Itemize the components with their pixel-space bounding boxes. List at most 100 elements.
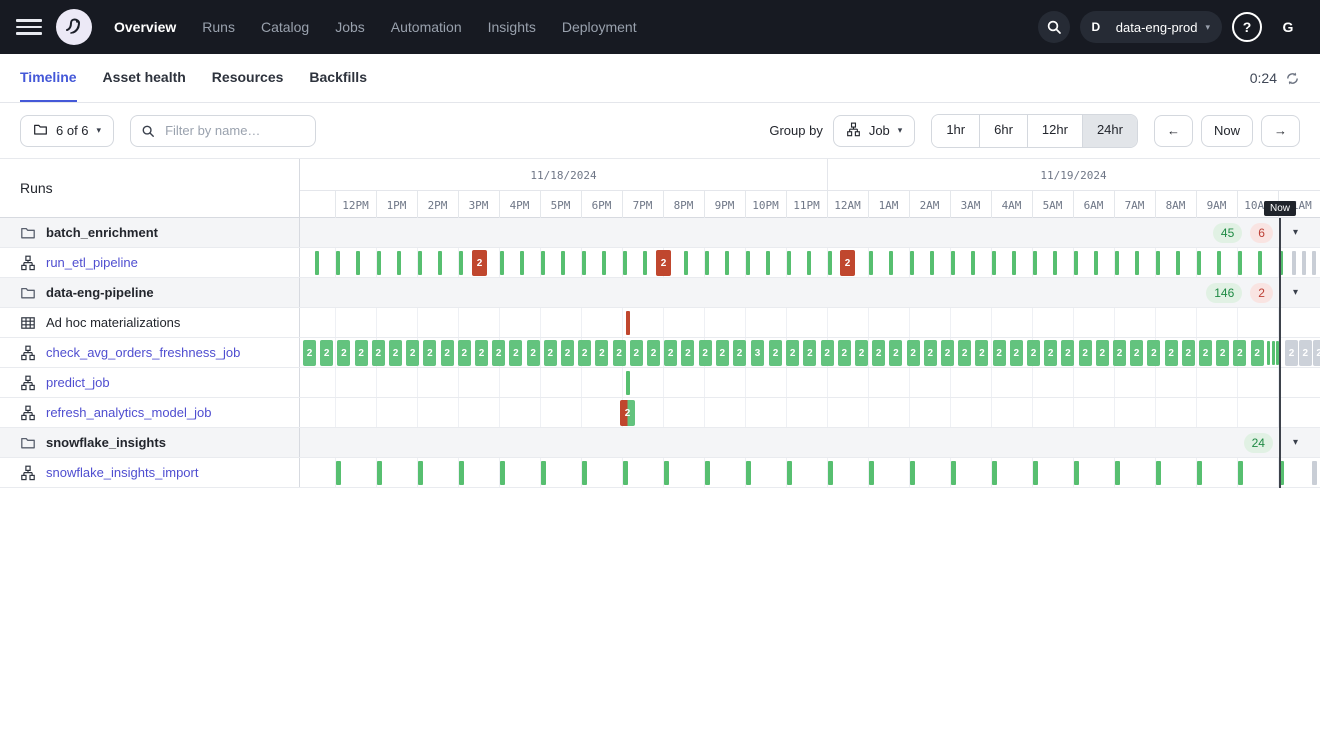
run-batch-green[interactable]: 2: [630, 340, 643, 366]
nav-item-overview[interactable]: Overview: [114, 19, 176, 35]
run-tick-green[interactable]: [971, 251, 975, 275]
run-tick-green[interactable]: [1074, 461, 1079, 485]
run-batch-green[interactable]: 2: [1165, 340, 1178, 366]
run-batch-green[interactable]: 2: [716, 340, 729, 366]
run-batch-green[interactable]: 2: [1216, 340, 1229, 366]
run-tick-green[interactable]: [418, 461, 423, 485]
nav-item-jobs[interactable]: Jobs: [335, 19, 365, 35]
run-batch-green[interactable]: 2: [1233, 340, 1246, 366]
run-tick-green[interactable]: [766, 251, 770, 275]
run-batch-green[interactable]: 2: [941, 340, 954, 366]
run-batch-green[interactable]: 2: [1096, 340, 1109, 366]
run-tick-green[interactable]: [397, 251, 401, 275]
nav-item-runs[interactable]: Runs: [202, 19, 235, 35]
run-batch-green[interactable]: 2: [1113, 340, 1126, 366]
run-batch-green[interactable]: 2: [1079, 340, 1092, 366]
search-icon[interactable]: [1038, 11, 1070, 43]
run-tick-green[interactable]: [992, 251, 996, 275]
run-batch-green[interactable]: 2: [1027, 340, 1040, 366]
run-tick-green[interactable]: [1156, 251, 1160, 275]
run-batch-green[interactable]: 2: [389, 340, 402, 366]
group-row-data-eng-pipeline[interactable]: data-eng-pipeline1462▾: [0, 278, 1320, 308]
run-tick-green[interactable]: [582, 461, 587, 485]
run-batch-green[interactable]: 2: [1061, 340, 1074, 366]
run-batch-green[interactable]: 2: [821, 340, 834, 366]
run-tick-green[interactable]: [459, 251, 463, 275]
run-batch-green[interactable]: 2: [595, 340, 608, 366]
run-tick-green[interactable]: [807, 251, 811, 275]
group-row-snowflake-insights[interactable]: snowflake_insights24▾: [0, 428, 1320, 458]
help-icon[interactable]: ?: [1232, 12, 1262, 42]
nav-item-deployment[interactable]: Deployment: [562, 19, 637, 35]
scope-dropdown[interactable]: 6 of 6 ▾: [20, 115, 114, 147]
range-6hr[interactable]: 6hr: [979, 115, 1027, 147]
range-24hr[interactable]: 24hr: [1082, 115, 1137, 147]
run-tick-green[interactable]: [623, 461, 628, 485]
job-row-run-etl-pipeline[interactable]: run_etl_pipeline222: [0, 248, 1320, 278]
run-tick-green[interactable]: [705, 461, 710, 485]
prev-button[interactable]: ←: [1154, 115, 1193, 147]
run-tick-green[interactable]: [626, 371, 630, 395]
run-tick-green[interactable]: [500, 251, 504, 275]
next-button[interactable]: →: [1261, 115, 1300, 147]
nav-item-insights[interactable]: Insights: [488, 19, 536, 35]
run-batch-green[interactable]: 2: [527, 340, 540, 366]
run-batch-green[interactable]: 2: [372, 340, 385, 366]
run-batch-green[interactable]: 2: [613, 340, 626, 366]
run-tick-green[interactable]: [869, 461, 874, 485]
run-tick-gray[interactable]: [1312, 461, 1317, 485]
run-batch-green[interactable]: 2: [993, 340, 1006, 366]
run-tick-green[interactable]: [520, 251, 524, 275]
run-batch-green[interactable]: 2: [769, 340, 782, 366]
run-batch-green[interactable]: 2: [838, 340, 851, 366]
nav-item-automation[interactable]: Automation: [391, 19, 462, 35]
run-batch-green[interactable]: 2: [1010, 340, 1023, 366]
run-tick-red[interactable]: [626, 311, 630, 335]
run-batch-green[interactable]: 2: [733, 340, 746, 366]
run-batch-mixed[interactable]: 2: [620, 400, 635, 426]
run-tick-green[interactable]: [336, 461, 341, 485]
run-batch-green[interactable]: 2: [1251, 340, 1264, 366]
run-tick-green[interactable]: [459, 461, 464, 485]
run-tick-green[interactable]: [787, 251, 791, 275]
job-name[interactable]: refresh_analytics_model_job: [46, 405, 211, 420]
run-batch-green[interactable]: 2: [803, 340, 816, 366]
run-batch-green[interactable]: 2: [889, 340, 902, 366]
job-row-ad-hoc-materializations[interactable]: Ad hoc materializations: [0, 308, 1320, 338]
run-tick-green[interactable]: [377, 461, 382, 485]
deployment-switcher[interactable]: D data-eng-prod ▾: [1080, 11, 1222, 43]
run-batch-green[interactable]: 2: [320, 340, 333, 366]
run-batch-green[interactable]: 2: [423, 340, 436, 366]
run-tick-green[interactable]: [1267, 341, 1270, 365]
job-name[interactable]: snowflake_insights_import: [46, 465, 198, 480]
nav-item-catalog[interactable]: Catalog: [261, 19, 309, 35]
run-batch-green[interactable]: 2: [492, 340, 505, 366]
run-tick-green[interactable]: [377, 251, 381, 275]
run-batch-gray[interactable]: 2: [1313, 340, 1320, 366]
job-row-check-avg-orders-freshness-job[interactable]: check_avg_orders_freshness_job2222222222…: [0, 338, 1320, 368]
dagster-logo[interactable]: [56, 9, 92, 45]
run-batch-gray[interactable]: 2: [1299, 340, 1312, 366]
run-tick-green[interactable]: [746, 251, 750, 275]
run-batch-green[interactable]: 2: [664, 340, 677, 366]
run-batch-green[interactable]: 3: [751, 340, 764, 366]
run-batch-green[interactable]: 2: [975, 340, 988, 366]
run-tick-gray[interactable]: [1302, 251, 1306, 275]
run-tick-green[interactable]: [951, 251, 955, 275]
now-button[interactable]: Now: [1201, 115, 1253, 147]
run-tick-green[interactable]: [1156, 461, 1161, 485]
run-tick-green[interactable]: [1197, 461, 1202, 485]
run-batch-green[interactable]: 2: [872, 340, 885, 366]
run-tick-green[interactable]: [315, 251, 319, 275]
tab-resources[interactable]: Resources: [212, 54, 284, 102]
run-batch-green[interactable]: 2: [509, 340, 522, 366]
tab-asset-health[interactable]: Asset health: [103, 54, 186, 102]
job-row-predict-job[interactable]: predict_job: [0, 368, 1320, 398]
run-tick-green[interactable]: [1033, 461, 1038, 485]
run-tick-green[interactable]: [418, 251, 422, 275]
run-batch-green[interactable]: 2: [1044, 340, 1057, 366]
run-batch-green[interactable]: 2: [786, 340, 799, 366]
run-batch-green[interactable]: 2: [441, 340, 454, 366]
collapse-caret-icon[interactable]: ▾: [1293, 287, 1298, 298]
menu-icon[interactable]: [16, 19, 42, 35]
